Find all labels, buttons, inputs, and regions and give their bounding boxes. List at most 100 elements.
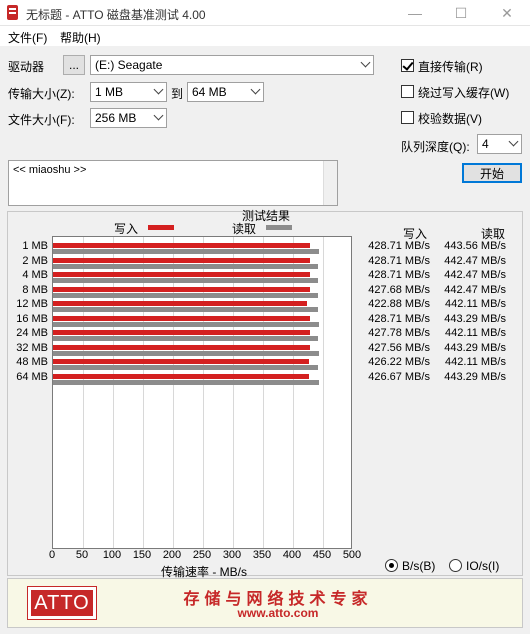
write-bar	[53, 243, 311, 248]
transfer-from-value: 1 MB	[95, 85, 124, 99]
write-value: 426.67 MB/s	[368, 370, 430, 383]
menu-file[interactable]: 文件(F)	[8, 29, 47, 46]
banner-url[interactable]: www.atto.com	[128, 606, 428, 620]
write-bar	[53, 344, 310, 350]
verify-data-label[interactable]: 校验数据(V)	[418, 110, 482, 127]
title-bar[interactable]: 无标题 - ATTO 磁盘基准测试 4.00 — ☐ ✕	[0, 0, 530, 26]
row-label: 24 MB	[16, 327, 48, 339]
write-bar	[53, 330, 310, 335]
chevron-down-icon	[250, 84, 261, 95]
drive-label: 驱动器	[8, 60, 45, 74]
unit-io-label[interactable]: IO/s(I)	[466, 559, 499, 573]
chevron-down-icon	[153, 110, 164, 121]
read-bar	[53, 336, 319, 341]
direct-io-checkbox[interactable]	[401, 59, 414, 72]
queue-depth-label: 队列深度(Q):	[401, 140, 470, 154]
start-button[interactable]: 开始	[462, 163, 522, 183]
write-value: 427.68 MB/s	[368, 283, 430, 296]
drive-select[interactable]: (E:) Seagate	[90, 55, 374, 75]
write-bar	[53, 301, 307, 306]
chevron-down-icon	[508, 136, 519, 147]
row-label: 4 MB	[22, 269, 48, 281]
row-label: 32 MB	[16, 341, 48, 354]
read-bar	[53, 350, 319, 356]
write-value: 427.78 MB/s	[368, 327, 430, 339]
read-bar	[53, 278, 319, 283]
read-value: 442.47 MB/s	[444, 283, 506, 296]
read-bar	[53, 321, 319, 327]
chevron-down-icon	[153, 84, 164, 95]
read-value: 442.11 MB/s	[445, 356, 506, 368]
unit-io-radio[interactable]	[449, 559, 462, 572]
read-value: 443.29 MB/s	[444, 370, 506, 383]
chevron-down-icon	[360, 57, 371, 68]
browse-button[interactable]: ...	[63, 55, 85, 75]
verify-data-checkbox[interactable]	[401, 111, 414, 124]
row-label: 12 MB	[16, 298, 48, 310]
read-value: 442.11 MB/s	[445, 327, 506, 339]
write-value: 428.71 MB/s	[368, 254, 430, 267]
write-bar	[53, 359, 309, 364]
row-label: 8 MB	[22, 283, 48, 296]
transfer-to-value: 64 MB	[192, 85, 227, 99]
direct-io-label[interactable]: 直接传输(R)	[418, 58, 483, 75]
read-value: 443.56 MB/s	[444, 240, 506, 252]
read-bar	[53, 249, 320, 254]
maximize-button[interactable]: ☐	[438, 0, 484, 26]
write-bar	[53, 257, 311, 263]
gridline	[83, 237, 84, 548]
gridline	[173, 237, 174, 548]
minimize-button[interactable]: —	[392, 0, 438, 26]
legend-read-swatch	[266, 225, 292, 230]
x-tick-label: 350	[252, 549, 272, 561]
unit-bytes-radio[interactable]	[385, 559, 398, 572]
write-bar	[53, 272, 311, 277]
x-tick-label: 50	[75, 549, 89, 561]
atto-app-icon	[7, 5, 18, 20]
read-bar	[53, 263, 319, 269]
bypass-cache-label[interactable]: 绕过写入缓存(W)	[418, 84, 509, 101]
unit-bytes-label[interactable]: B/s(B)	[402, 559, 435, 573]
transfer-from-select[interactable]: 1 MB	[90, 82, 167, 102]
read-bar	[53, 307, 319, 312]
results-chart	[52, 236, 352, 549]
x-tick-label: 300	[222, 549, 242, 561]
read-bar	[53, 365, 319, 370]
menu-help[interactable]: 帮助(H)	[60, 29, 101, 46]
window-title: 无标题 - ATTO 磁盘基准测试 4.00	[26, 8, 206, 22]
drive-select-value: (E:) Seagate	[95, 58, 163, 72]
legend-write-label: 写入	[114, 222, 139, 236]
row-label: 16 MB	[16, 312, 48, 325]
legend-read-label: 读取	[232, 222, 257, 236]
read-value: 443.29 MB/s	[444, 312, 506, 325]
read-bar	[53, 292, 319, 298]
x-tick-label: 0	[48, 549, 56, 561]
to-label: 到	[171, 87, 184, 101]
gridline	[293, 237, 294, 548]
queue-depth-value: 4	[482, 137, 489, 151]
bypass-cache-checkbox[interactable]	[401, 85, 414, 98]
gridline	[263, 237, 264, 548]
read-bar	[53, 379, 319, 385]
queue-depth-select[interactable]: 4	[477, 134, 522, 154]
legend-write-swatch	[148, 225, 174, 230]
description-scrollbar[interactable]	[323, 161, 337, 205]
gridline	[233, 237, 234, 548]
file-size-select[interactable]: 256 MB	[90, 108, 167, 128]
row-label: 48 MB	[16, 356, 48, 368]
read-value: 442.47 MB/s	[444, 269, 506, 281]
x-tick-label: 400	[282, 549, 302, 561]
x-tick-label: 250	[192, 549, 212, 561]
write-bar	[53, 373, 309, 379]
file-size-label: 文件大小(F):	[8, 113, 75, 127]
x-tick-label: 450	[312, 549, 332, 561]
description-textarea[interactable]: << miaoshu >>	[8, 160, 338, 206]
close-button[interactable]: ✕	[484, 0, 530, 26]
read-value: 442.47 MB/s	[444, 254, 506, 267]
x-tick-label: 100	[102, 549, 122, 561]
read-value: 443.29 MB/s	[444, 341, 506, 354]
row-label: 64 MB	[16, 370, 48, 383]
transfer-to-select[interactable]: 64 MB	[187, 82, 264, 102]
transfer-size-label: 传输大小(Z):	[8, 87, 75, 101]
gridline	[113, 237, 114, 548]
